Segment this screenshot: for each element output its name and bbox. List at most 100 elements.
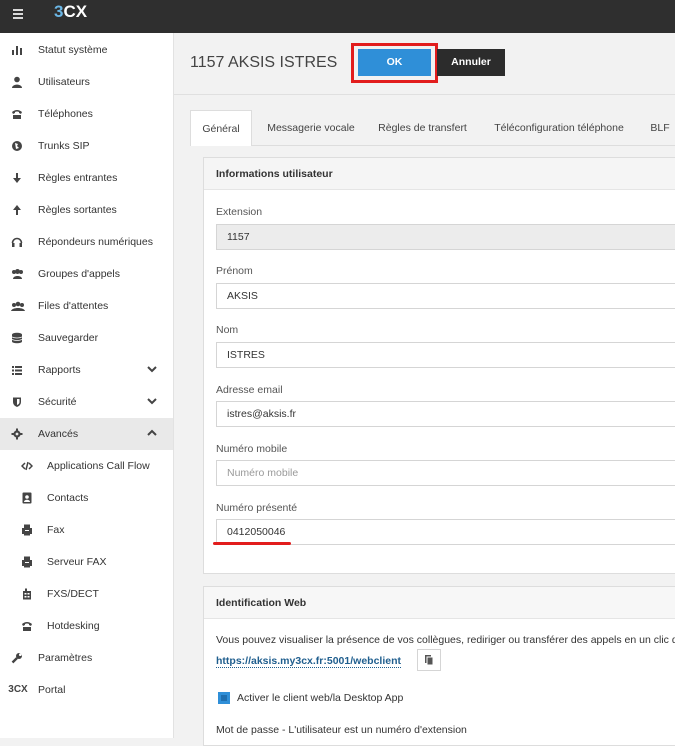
sidebar-item-label: Sécurité: [38, 396, 77, 408]
sidebar-item-sauvegarder[interactable]: Sauvegarder: [0, 322, 173, 354]
webclient-link[interactable]: https://aksis.my3cx.fr:5001/webclient: [216, 655, 401, 668]
sidebar-item-label: Statut système: [38, 44, 108, 56]
panel-heading: Identification Web: [204, 587, 675, 619]
tab-regles-transfert[interactable]: Règles de transfert: [370, 110, 475, 146]
users-icon: [11, 268, 23, 280]
sidebar-item-label: Contacts: [47, 492, 89, 504]
mobile-field[interactable]: Numéro mobile: [216, 460, 675, 486]
sidebar-item-regles-entrantes[interactable]: Règles entrantes: [0, 162, 173, 194]
page-title: 1157 AKSIS ISTRES: [190, 54, 338, 71]
sidebar-item-parametres[interactable]: Paramètres: [0, 642, 173, 674]
extension-label: Extension: [216, 206, 263, 218]
copy-icon: [425, 655, 434, 666]
sidebar-item-fxs-dect[interactable]: FXS/DECT: [0, 578, 173, 610]
sidebar-item-label: Règles entrantes: [38, 172, 118, 184]
shield-icon: [11, 396, 23, 408]
sidebar-item-label: Rapports: [38, 364, 81, 376]
headset-icon: [11, 236, 23, 248]
tab-bar: Général Messagerie vocale Règles de tran…: [190, 110, 675, 146]
sidebar-item-label: Sauvegarder: [38, 332, 99, 344]
hotdesk-phone-icon: [21, 620, 33, 632]
tabs-underline: [252, 145, 675, 146]
lastname-label: Nom: [216, 324, 239, 336]
sidebar-item-hotdesking[interactable]: Hotdesking: [0, 610, 173, 642]
chevron-up-icon[interactable]: [146, 427, 158, 439]
sidebar-item-label: Portal: [38, 684, 66, 696]
tab-general[interactable]: Général: [190, 110, 252, 146]
header-divider: [174, 94, 675, 95]
presented-number-label: Numéro présenté: [216, 502, 298, 514]
red-underline-annotation: [213, 542, 291, 545]
gear-icon: [11, 428, 23, 440]
sidebar-item-groupes-appels[interactable]: Groupes d'appels: [0, 258, 173, 290]
sidebar-item-utilisateurs[interactable]: Utilisateurs: [0, 66, 173, 98]
fax-server-icon: [21, 556, 33, 568]
sidebar-item-statut-systeme[interactable]: Statut système: [0, 34, 173, 66]
cancel-button[interactable]: Annuler: [437, 49, 505, 76]
sidebar-item-regles-sortantes[interactable]: Règles sortantes: [0, 194, 173, 226]
sidebar: Statut système Utilisateurs Téléphones T…: [0, 33, 174, 738]
firstname-field[interactable]: AKSIS: [216, 283, 675, 309]
chevron-down-icon[interactable]: [146, 363, 158, 375]
sidebar-item-securite[interactable]: Sécurité: [0, 386, 173, 418]
lastname-field[interactable]: ISTRES: [216, 342, 675, 368]
sidebar-item-trunks-sip[interactable]: Trunks SIP: [0, 130, 173, 162]
tab-teleconfiguration[interactable]: Téléconfiguration téléphone: [484, 110, 634, 146]
sidebar-item-label: Répondeurs numériques: [38, 236, 153, 248]
copy-button[interactable]: [417, 649, 441, 671]
queue-icon: [11, 300, 25, 312]
sidebar-item-rapports[interactable]: Rapports: [0, 354, 173, 386]
contact-card-icon: [21, 492, 33, 504]
enable-webclient-checkbox[interactable]: [218, 692, 230, 704]
email-field[interactable]: istres@aksis.fr: [216, 401, 675, 427]
sidebar-item-label: Utilisateurs: [38, 76, 90, 88]
enable-webclient-label: Activer le client web/la Desktop App: [237, 692, 404, 704]
sidebar-item-label: Avancés: [38, 428, 79, 440]
sidebar-item-files-attentes[interactable]: Files d'attentes: [0, 290, 173, 322]
list-icon: [11, 364, 23, 376]
sidebar-item-repondeurs[interactable]: Répondeurs numériques: [0, 226, 173, 258]
password-info-text: Mot de passe - L'utilisateur est un numé…: [216, 724, 467, 736]
arrow-down-icon: [11, 172, 23, 184]
sidebar-item-label: Fax: [47, 524, 65, 536]
code-icon: [20, 460, 34, 472]
sidebar-item-label: Files d'attentes: [38, 300, 109, 312]
sidebar-item-serveur-fax[interactable]: Serveur FAX: [0, 546, 173, 578]
wrench-icon: [11, 652, 23, 664]
user-icon: [11, 76, 23, 88]
sidebar-item-portal[interactable]: 3CX Portal: [0, 674, 173, 706]
panel-heading: Informations utilisateur: [204, 158, 675, 190]
sidebar-item-label: Paramètres: [38, 652, 93, 664]
sidebar-item-label: Applications Call Flow: [47, 460, 150, 472]
sidebar-item-label: Groupes d'appels: [38, 268, 120, 280]
sidebar-item-contacts[interactable]: Contacts: [0, 482, 173, 514]
database-icon: [11, 332, 23, 344]
user-info-panel: Informations utilisateur Extension 1157 …: [203, 157, 675, 574]
bar-chart-icon: [11, 44, 23, 56]
ok-button[interactable]: OK: [358, 49, 431, 76]
sidebar-item-label: Hotdesking: [47, 620, 100, 632]
top-bar: 3CX: [0, 0, 675, 33]
web-description: Vous pouvez visualiser la présence de vo…: [216, 634, 675, 646]
hamburger-menu-icon[interactable]: [13, 9, 23, 19]
3cx-icon: 3CX: [8, 684, 28, 695]
logo[interactable]: 3CX: [54, 2, 87, 22]
sidebar-item-label: Règles sortantes: [38, 204, 117, 216]
sidebar-item-telephones[interactable]: Téléphones: [0, 98, 173, 130]
mobile-label: Numéro mobile: [216, 443, 288, 455]
sidebar-item-label: Trunks SIP: [38, 140, 90, 152]
tab-messagerie-vocale[interactable]: Messagerie vocale: [256, 110, 366, 146]
sidebar-item-call-flow[interactable]: Applications Call Flow: [0, 450, 173, 482]
phone-icon: [11, 108, 23, 120]
tab-blf[interactable]: BLF: [645, 110, 675, 146]
fxs-icon: [21, 588, 33, 600]
sidebar-item-label: Serveur FAX: [47, 556, 107, 568]
fax-icon: [21, 524, 33, 536]
firstname-label: Prénom: [216, 265, 253, 277]
sidebar-item-avances[interactable]: Avancés: [0, 418, 173, 450]
extension-field: 1157: [216, 224, 675, 250]
sidebar-item-fax[interactable]: Fax: [0, 514, 173, 546]
globe-icon: [11, 140, 23, 152]
chevron-down-icon[interactable]: [146, 395, 158, 407]
web-identification-panel: Identification Web Vous pouvez visualise…: [203, 586, 675, 746]
